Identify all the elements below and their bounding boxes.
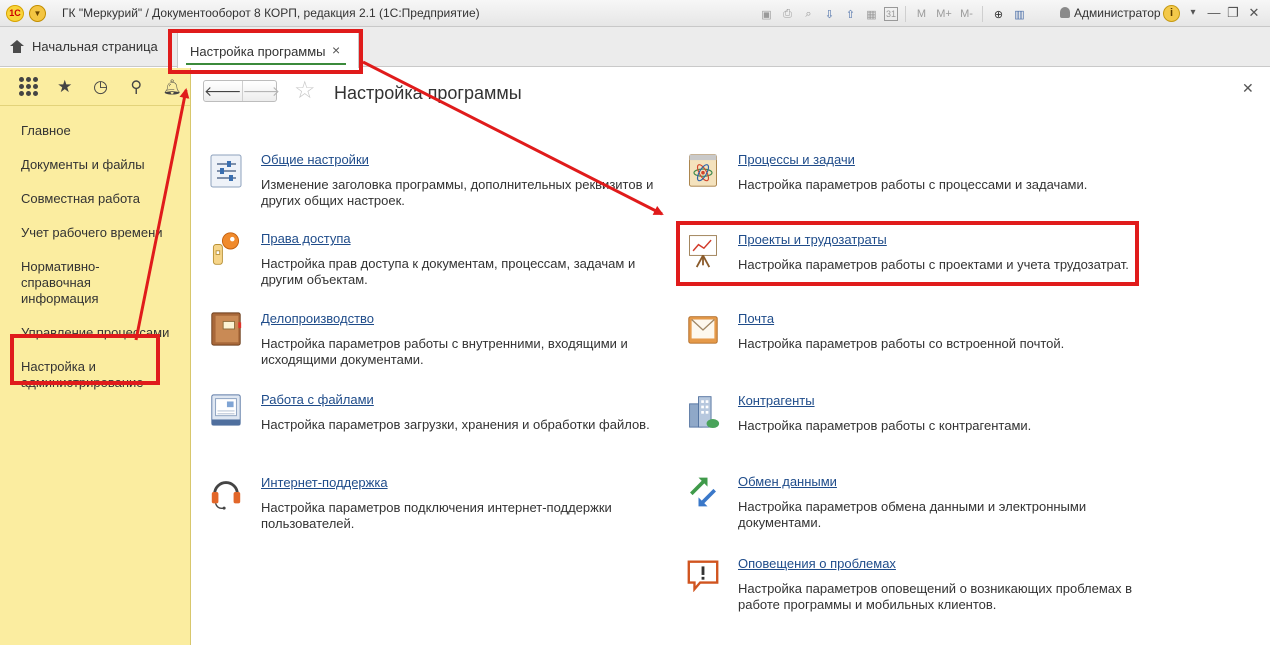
sidebar-item-administration[interactable]: Настройка и администрирование xyxy=(0,350,144,400)
close-window-button[interactable]: ✕ xyxy=(1245,4,1263,22)
info-icon[interactable]: i xyxy=(1163,5,1180,22)
app-logo-icon[interactable]: 1С xyxy=(6,5,24,22)
save-icon[interactable]: ▣ xyxy=(758,6,775,23)
file-icon xyxy=(211,394,241,426)
headset-icon xyxy=(211,481,241,510)
counterparties-link[interactable]: Контрагенты xyxy=(738,393,815,408)
access-rights-desc: Настройка прав доступа к документам, про… xyxy=(261,256,636,287)
sidebar-sections: Главное Документы и файлы Совместная раб… xyxy=(0,106,190,400)
sidebar-item-documents[interactable]: Документы и файлы xyxy=(0,148,190,182)
general-settings-desc: Изменение заголовка программы, дополните… xyxy=(261,177,654,208)
problem-alerts-desc: Настройка параметров оповещений о возник… xyxy=(738,581,1133,612)
processes-tasks-desc: Настройка параметров работы с процессами… xyxy=(738,177,1088,192)
back-arrow-icon[interactable]: 🡐 xyxy=(204,81,242,101)
tab-settings[interactable]: Настройка программы × xyxy=(177,32,359,68)
tab-active-underline xyxy=(186,63,346,65)
processes-tasks-link[interactable]: Процессы и задачи xyxy=(738,152,855,167)
highlight-projects-entry xyxy=(676,221,1139,286)
memory-m-button[interactable]: M xyxy=(913,6,930,23)
tab-home[interactable]: Начальная страница xyxy=(10,39,158,54)
home-icon xyxy=(10,40,24,53)
user-icon xyxy=(1060,7,1070,18)
internet-support-desc: Настройка параметров подключения интерне… xyxy=(261,500,612,531)
window-title: ГК "Меркурий" / Документооборот 8 КОРП, … xyxy=(62,6,480,20)
toolbar-divider xyxy=(982,6,983,22)
user-name: Администратор xyxy=(1074,6,1161,20)
user-menu[interactable]: Администратор xyxy=(1060,6,1161,20)
notepad-atom-icon xyxy=(689,154,717,187)
chevron-down-icon[interactable]: ▾ xyxy=(1184,4,1202,22)
toolbar-icons: ▣ ⎙ ⌕ ⇩ ⇧ ▦ 31 M M+ M- ⊕ ▥ xyxy=(758,5,1028,23)
page-title: Настройка программы xyxy=(334,83,522,103)
tab-settings-label: Настройка программы xyxy=(190,44,326,59)
print-icon[interactable]: ⎙ xyxy=(779,6,796,23)
projects-labor-desc: Настройка параметров работы с проектами … xyxy=(738,257,1129,272)
favorites-icon[interactable]: ★ xyxy=(47,72,83,102)
sidebar-item-time-tracking[interactable]: Учет рабочего времени xyxy=(0,216,190,250)
panels-icon[interactable]: ▥ xyxy=(1011,6,1028,23)
projects-labor-link[interactable]: Проекты и трудозатраты xyxy=(738,232,887,247)
memory-plus-button[interactable]: M+ xyxy=(934,6,954,23)
counterparties-desc: Настройка параметров работы с контрагент… xyxy=(738,418,1032,433)
exchange-arrows-icon xyxy=(690,477,716,507)
memory-minus-button[interactable]: M- xyxy=(958,6,975,23)
sidebar: ★ ◷ ⚲ 🔔︎ Главное Документы и файлы Совме… xyxy=(0,68,191,645)
history-icon[interactable]: ◷ xyxy=(83,72,119,102)
toolbar-divider xyxy=(905,6,906,22)
history-navigation: 🡐 🡒 xyxy=(203,80,280,102)
tab-bar: Начальная страница Настройка программы × xyxy=(0,27,1270,68)
favorite-star-icon[interactable]: ☆ xyxy=(294,79,316,103)
calendar-icon[interactable]: 31 xyxy=(884,7,898,21)
minimize-button[interactable]: — xyxy=(1205,4,1223,22)
upload-icon[interactable]: ⇧ xyxy=(842,6,859,23)
access-rights-link[interactable]: Права доступа xyxy=(261,231,351,246)
sidebar-item-main[interactable]: Главное xyxy=(0,114,190,148)
records-management-link[interactable]: Делопроизводство xyxy=(261,311,374,326)
file-handling-desc: Настройка параметров загрузки, хранения … xyxy=(261,417,650,432)
data-exchange-link[interactable]: Обмен данными xyxy=(738,474,837,489)
building-icon xyxy=(689,396,720,428)
problem-alerts-link[interactable]: Оповещения о проблемах xyxy=(738,556,896,571)
mail-desc: Настройка параметров работы со встроенно… xyxy=(738,336,1065,351)
sidebar-toolbar: ★ ◷ ⚲ 🔔︎ xyxy=(0,68,190,106)
sidebar-item-process-management[interactable]: Управление процессами xyxy=(0,316,190,350)
alert-message-icon xyxy=(687,560,719,592)
all-functions-icon[interactable] xyxy=(11,72,47,102)
calculator-icon[interactable]: ▦ xyxy=(863,6,880,23)
sliders-icon xyxy=(210,154,242,188)
title-bar: 1С ▼ ГК "Меркурий" / Документооборот 8 К… xyxy=(0,0,1270,27)
general-settings-link[interactable]: Общие настройки xyxy=(261,152,369,167)
sidebar-item-reference-info[interactable]: Нормативно-справочная информация xyxy=(0,250,175,316)
zoom-icon[interactable]: ⊕ xyxy=(990,6,1007,23)
key-icon xyxy=(212,232,240,265)
search-icon[interactable]: ⚲ xyxy=(118,72,154,102)
mail-link[interactable]: Почта xyxy=(738,311,774,326)
tab-home-label: Начальная страница xyxy=(32,39,158,54)
download-icon[interactable]: ⇩ xyxy=(821,6,838,23)
data-exchange-desc: Настройка параметров обмена данными и эл… xyxy=(738,499,1087,530)
sidebar-item-collaboration[interactable]: Совместная работа xyxy=(0,182,190,216)
close-tab-icon[interactable]: × xyxy=(332,42,340,58)
records-management-desc: Настройка параметров работы с внутренним… xyxy=(261,336,628,367)
easel-chart-icon xyxy=(689,235,717,268)
main-menu-icon[interactable]: ▼ xyxy=(29,5,46,22)
maximize-button[interactable]: ❐ xyxy=(1224,4,1242,22)
close-form-icon[interactable]: ✕ xyxy=(1242,80,1254,97)
forward-arrow-icon[interactable]: 🡒 xyxy=(241,81,280,101)
file-handling-link[interactable]: Работа с файлами xyxy=(261,392,374,407)
envelope-icon xyxy=(688,316,718,344)
binder-icon xyxy=(211,312,242,346)
bell-icon[interactable]: 🔔︎ xyxy=(154,72,190,102)
internet-support-link[interactable]: Интернет-поддержка xyxy=(261,475,388,490)
preview-icon[interactable]: ⌕ xyxy=(800,6,817,23)
